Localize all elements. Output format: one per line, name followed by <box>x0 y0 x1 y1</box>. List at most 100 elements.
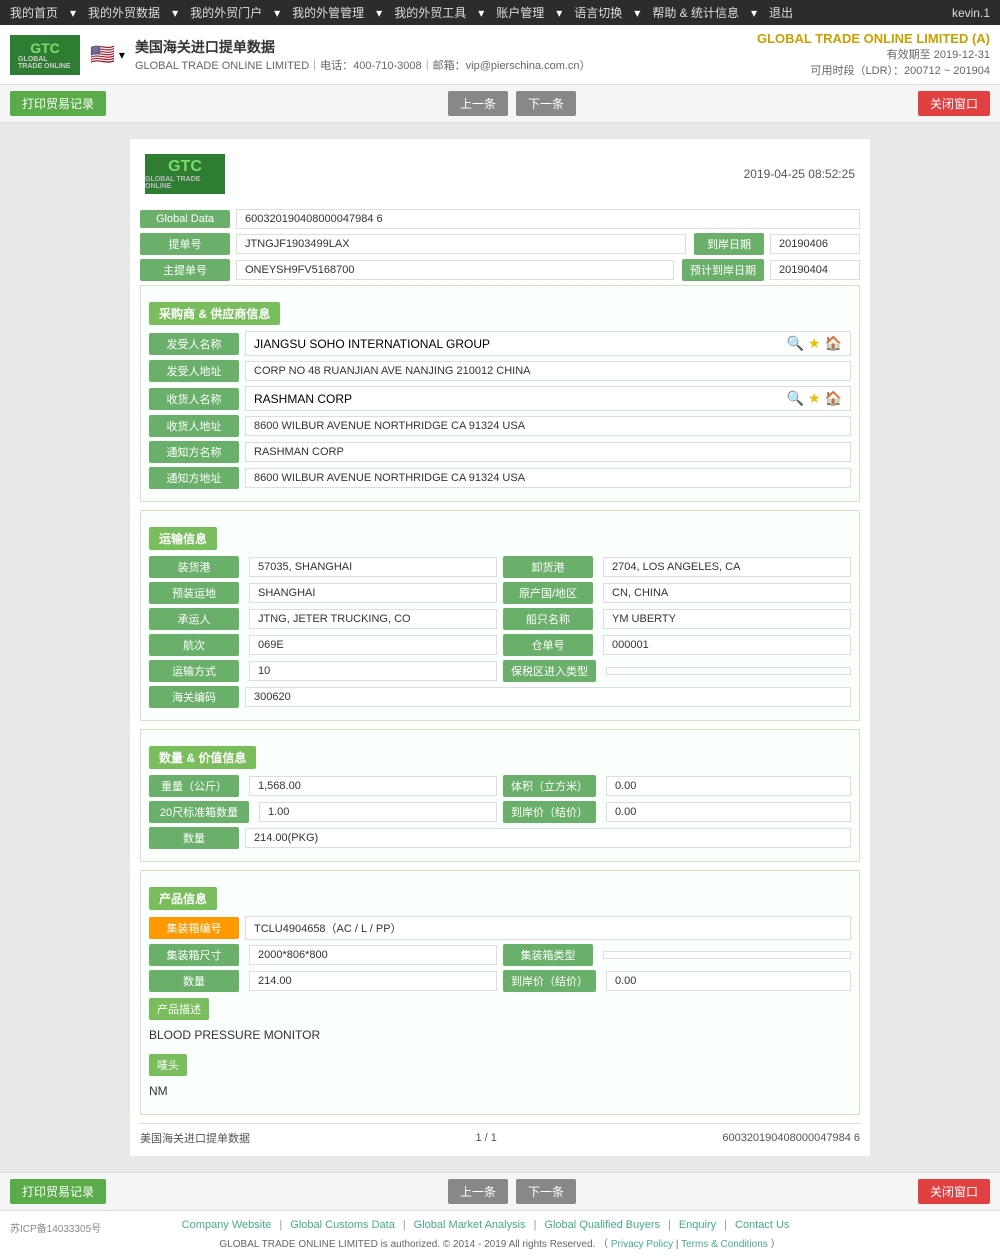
copyright-text: GLOBAL TRADE ONLINE LIMITED is authorize… <box>219 1239 608 1250</box>
nav-buttons-top: 上一条 下一条 <box>448 91 576 116</box>
weight: 重量（公斤） 1,568.00 <box>149 775 497 797</box>
consignee-addr-value: CORP NO 48 RUANJIAN AVE NANJING 210012 C… <box>245 361 851 381</box>
footer-contact-us[interactable]: Contact Us <box>735 1219 789 1231</box>
transport-bonded-row: 运输方式 10 保税区进入类型 <box>149 660 851 682</box>
home-icon-consignee[interactable]: 🏠 <box>825 335 842 352</box>
prod-arrival-price: 到岸价（结价） 0.00 <box>503 970 851 992</box>
vessel-value: YM UBERTY <box>603 609 851 629</box>
validity-date: 有效期至 2019-12-31 <box>757 46 990 62</box>
container-price-row: 20尺标准箱数量 1.00 到岸价（结价） 0.00 <box>149 801 851 823</box>
volume-value: 0.00 <box>606 776 851 796</box>
loading-port-label: 装货港 <box>149 556 239 578</box>
next-button-bottom[interactable]: 下一条 <box>516 1179 576 1204</box>
footer-market-analysis[interactable]: Global Market Analysis <box>414 1219 526 1231</box>
site-footer: 苏ICP备14033305号 Company Website | Global … <box>0 1210 1000 1258</box>
quantity-section: 数量 & 价值信息 重量（公斤） 1,568.00 体积（立方米） 0.00 2… <box>140 729 860 862</box>
container-label: 20尺标准箱数量 <box>149 801 249 823</box>
next-button-top[interactable]: 下一条 <box>516 91 576 116</box>
nav-logout[interactable]: 退出 <box>769 4 793 21</box>
print-button-top[interactable]: 打印贸易记录 <box>10 91 106 116</box>
warehouse-value: 000001 <box>603 635 851 655</box>
prod-qty-value: 214.00 <box>249 971 497 991</box>
flag-selector[interactable]: 🇺🇸 ▾ <box>90 42 125 67</box>
pre-carriage-label: 预装运地 <box>149 582 239 604</box>
nav-trade-data[interactable]: 我的外贸数据 <box>88 4 160 21</box>
container-size-label: 集装箱尺寸 <box>149 944 239 966</box>
arrival-date-label: 到岸日期 <box>694 233 764 255</box>
footer-enquiry[interactable]: Enquiry <box>679 1219 716 1231</box>
buyer-name-label: 收货人名称 <box>149 388 239 410</box>
terms-link[interactable]: Terms & Conditions <box>681 1239 768 1250</box>
star-icon-buyer[interactable]: ★ <box>808 390 821 407</box>
vessel-label: 船只名称 <box>503 608 593 630</box>
search-icon-consignee[interactable]: 🔍 <box>787 335 804 352</box>
prev-button-bottom[interactable]: 上一条 <box>448 1179 508 1204</box>
footer-customs-data[interactable]: Global Customs Data <box>290 1219 395 1231</box>
print-button-bottom[interactable]: 打印贸易记录 <box>10 1179 106 1204</box>
origin-country: 原产国/地区 CN, CHINA <box>503 582 851 604</box>
notify-addr-row: 通知方地址 8600 WILBUR AVENUE NORTHRIDGE CA 9… <box>149 467 851 489</box>
star-icon-consignee[interactable]: ★ <box>808 335 821 352</box>
header-title-block: 美国海关进口提单数据 GLOBAL TRADE ONLINE LIMITED｜电… <box>135 37 591 73</box>
doc-footer-left: 美国海关进口提单数据 <box>140 1130 250 1146</box>
origin-label: 原产国/地区 <box>503 582 593 604</box>
close-button-bottom[interactable]: 关闭窗口 <box>918 1179 990 1204</box>
carrier: 承运人 JTNG, JETER TRUCKING, CO <box>149 608 497 630</box>
footer-qualified-buyers[interactable]: Global Qualified Buyers <box>544 1219 660 1231</box>
prod-arrival-price-value: 0.00 <box>606 971 851 991</box>
nav-home[interactable]: 我的首页 <box>10 4 58 21</box>
consignee-name-label: 发受人名称 <box>149 333 239 355</box>
carrier-vessel-row: 承运人 JTNG, JETER TRUCKING, CO 船只名称 YM UBE… <box>149 608 851 630</box>
container-size-value: 2000*806*800 <box>249 945 497 965</box>
notify-addr-label: 通知方地址 <box>149 467 239 489</box>
product-section-title: 产品信息 <box>149 887 217 910</box>
top-toolbar: 打印贸易记录 上一条 下一条 关闭窗口 <box>0 85 1000 123</box>
transport-section-title: 运输信息 <box>149 527 217 550</box>
icp-number: 苏ICP备14033305号 <box>10 1220 101 1235</box>
bottom-toolbar: 打印贸易记录 上一条 下一条 关闭窗口 <box>0 1172 1000 1210</box>
bonded: 保税区进入类型 <box>503 660 851 682</box>
nav-account[interactable]: 账户管理 <box>496 4 544 21</box>
product-desc-block: 产品描述 BLOOD PRESSURE MONITOR <box>149 998 851 1046</box>
doc-logo: GTC GLOBAL TRADE ONLINE <box>145 154 225 194</box>
global-data-row: Global Data 600320190408000047984 6 <box>140 209 860 229</box>
footer-company-website[interactable]: Company Website <box>182 1219 272 1231</box>
nav-help[interactable]: 帮助 & 统计信息 <box>652 4 739 21</box>
global-data-value: 600320190408000047984 6 <box>236 209 860 229</box>
unloading-port-value: 2704, LOS ANGELES, CA <box>603 557 851 577</box>
warehouse: 仓单号 000001 <box>503 634 851 656</box>
vessel: 船只名称 YM UBERTY <box>503 608 851 630</box>
right-company-name: GLOBAL TRADE ONLINE LIMITED (A) <box>757 31 990 46</box>
voyage-warehouse-row: 航次 069E 仓单号 000001 <box>149 634 851 656</box>
unloading-port: 卸货港 2704, LOS ANGELES, CA <box>503 556 851 578</box>
unloading-port-label: 卸货港 <box>503 556 593 578</box>
doc-footer-center: 1 / 1 <box>475 1132 496 1144</box>
privacy-link[interactable]: Privacy Policy <box>611 1239 673 1250</box>
nav-tools[interactable]: 我的外贸工具 <box>394 4 466 21</box>
prod-arrival-price-label: 到岸价（结价） <box>503 970 596 992</box>
weight-value: 1,568.00 <box>249 776 497 796</box>
customs-code-label: 海关编码 <box>149 686 239 708</box>
qty-row: 数量 214.00(PKG) <box>149 827 851 849</box>
qty-value: 214.00(PKG) <box>245 828 851 848</box>
nav-foreign-trade[interactable]: 我的外贸门户 <box>190 4 262 21</box>
product-desc-value: BLOOD PRESSURE MONITOR <box>149 1024 851 1046</box>
search-icon-buyer[interactable]: 🔍 <box>787 390 804 407</box>
doc-logo-area: GTC GLOBAL TRADE ONLINE <box>145 154 225 194</box>
buyer-icons: 🔍 ★ 🏠 <box>787 390 842 407</box>
bonded-value <box>606 667 851 675</box>
weight-volume-row: 重量（公斤） 1,568.00 体积（立方米） 0.00 <box>149 775 851 797</box>
customs-code-row: 海关编码 300620 <box>149 686 851 708</box>
product-section: 产品信息 集装箱编号 TCLU4904658（AC / L / PP） 集装箱尺… <box>140 870 860 1115</box>
buyer-addr-label: 收货人地址 <box>149 415 239 437</box>
close-button-top[interactable]: 关闭窗口 <box>918 91 990 116</box>
buyer-section: 采购商 & 供应商信息 发受人名称 JIANGSU SOHO INTERNATI… <box>140 285 860 502</box>
consignee-addr-row: 发受人地址 CORP NO 48 RUANJIAN AVE NANJING 21… <box>149 360 851 382</box>
nav-management[interactable]: 我的外管管理 <box>292 4 364 21</box>
home-icon-buyer[interactable]: 🏠 <box>825 390 842 407</box>
loading-port: 装货港 57035, SHANGHAI <box>149 556 497 578</box>
prev-button-top[interactable]: 上一条 <box>448 91 508 116</box>
nav-language[interactable]: 语言切换 <box>574 4 622 21</box>
doc-footer-right: 600320190408000047984 6 <box>722 1132 860 1144</box>
container-value: 1.00 <box>259 802 497 822</box>
